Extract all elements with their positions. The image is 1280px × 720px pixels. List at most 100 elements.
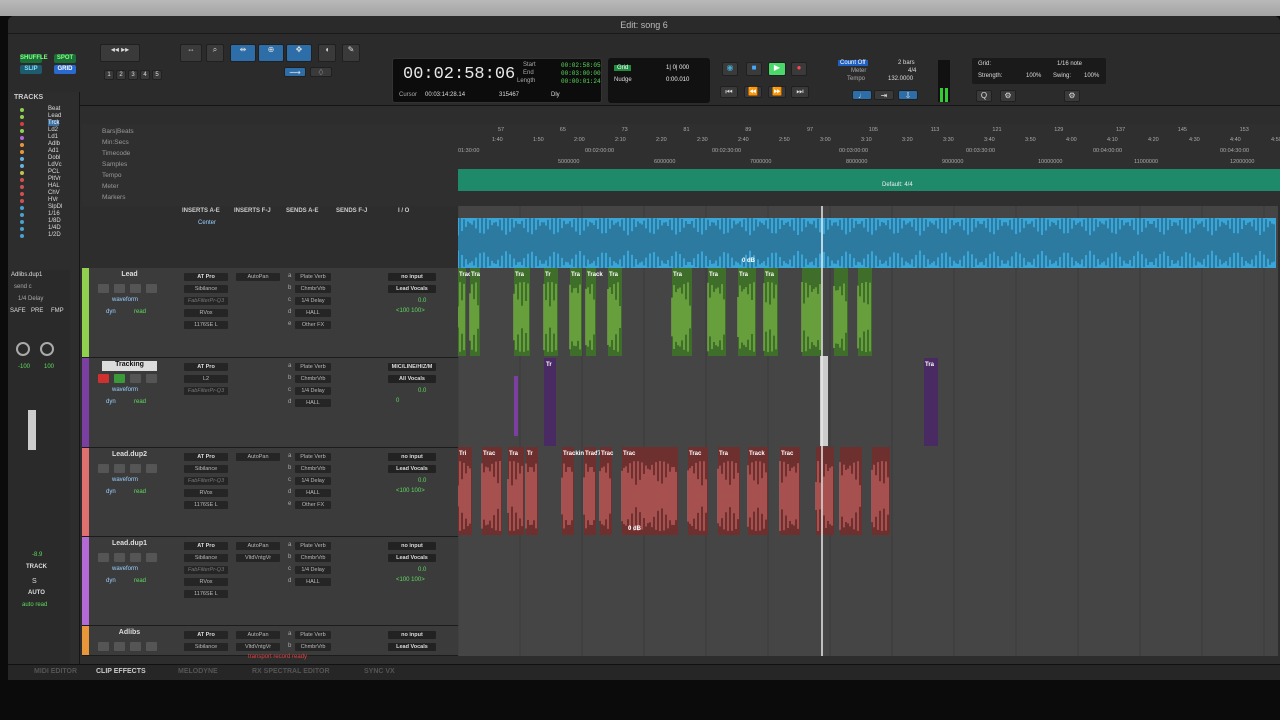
pan-value[interactable]: <100 100> (396, 488, 425, 494)
pan-value[interactable]: 0 (396, 398, 399, 404)
track-name[interactable]: Tracking (102, 361, 157, 371)
track-input-button[interactable] (114, 464, 125, 473)
send-slot[interactable]: Plate Verb (295, 363, 331, 371)
track-solo-button[interactable] (130, 284, 141, 293)
send-slot[interactable]: Plate Verb (295, 453, 331, 461)
track-input-button[interactable] (114, 284, 125, 293)
tracklist-item[interactable]: PltVr (48, 176, 61, 182)
tracklist-item[interactable]: Ad1 (48, 148, 59, 154)
tracklist-item[interactable]: Lead (48, 113, 61, 119)
insert-slot-fj[interactable]: VltdVntgVr (236, 554, 280, 562)
insert-slot[interactable]: RVox (184, 309, 228, 317)
tracklist-item[interactable]: SlpDl (48, 204, 62, 210)
pre-button[interactable]: PRE (31, 308, 43, 314)
timeline-clips[interactable]: 0 dB Trac Tra Tra Tr Tra Track Tra Tra Tra Tra Tra T… (458, 206, 1278, 656)
ruler-meter[interactable]: Meter (102, 183, 119, 190)
insert-slot[interactable]: RVox (184, 578, 228, 586)
bottom-tab-clip-effects[interactable]: CLIP EFFECTS (96, 668, 146, 675)
top-track-clip[interactable] (458, 218, 1276, 268)
vol-value[interactable]: 0.0 (418, 567, 426, 573)
tracklist-dot[interactable] (20, 115, 24, 119)
io-selector[interactable]: no input (388, 273, 436, 281)
settings-gear-icon[interactable]: ⚙ (1064, 90, 1080, 102)
send-slot[interactable]: Plate Verb (295, 273, 331, 281)
send-slot[interactable]: 1/4 Delay (295, 387, 331, 395)
tracklist-dot[interactable] (20, 178, 24, 182)
tracklist-dot[interactable] (20, 150, 24, 154)
tracklist-dot[interactable] (20, 129, 24, 133)
track-name[interactable]: Lead.dup2 (102, 451, 157, 461)
track-input-button[interactable] (114, 553, 125, 562)
track-input-button[interactable] (114, 374, 125, 383)
insert-slot[interactable]: FabFilterPr-Q3 (184, 566, 228, 574)
ruler-barsbeats[interactable]: Bars|Beats (102, 128, 134, 135)
track-header-lead[interactable]: Lead waveform dyn read AT Pro Sibilance FabFil… (82, 268, 458, 358)
track-header-adlibs[interactable]: Adlibs AT Pro Sibilance AutoPan VltdVntgVr a P… (82, 626, 458, 656)
nudge-value[interactable]: 0:00.010 (666, 77, 689, 83)
tracklist-dot[interactable] (20, 227, 24, 231)
tempo-meter-band[interactable] (458, 169, 1280, 191)
tracking-clip[interactable] (924, 358, 938, 446)
tracking-clip[interactable] (514, 376, 518, 436)
tracklist-dot[interactable] (20, 234, 24, 238)
tracklist-item[interactable]: Beat (48, 106, 60, 112)
track-name[interactable]: Lead.dup1 (102, 540, 157, 550)
track-name[interactable]: Lead (102, 271, 157, 281)
pan-knob-left[interactable] (16, 342, 30, 356)
insert-slot[interactable]: AT Pro (184, 273, 228, 281)
tracklist-dot[interactable] (20, 164, 24, 168)
stop-button[interactable]: ■ (746, 62, 762, 76)
smart-tool-button[interactable]: ⟿ (284, 67, 306, 77)
tracklist-item[interactable]: Trck (48, 120, 60, 126)
length-value[interactable]: 00:00:01:24 (561, 78, 601, 85)
io-selector[interactable]: no input (388, 453, 436, 461)
tracklist-item[interactable]: HVr (48, 197, 58, 203)
tracklist-dot[interactable] (20, 143, 24, 147)
pan-knob-right[interactable] (40, 342, 54, 356)
tracklist-item[interactable]: Ld2 (48, 127, 58, 133)
main-counter[interactable]: 00:02:58:06 Start End Length 00:02:58:05… (392, 58, 602, 103)
track-record-button[interactable] (98, 284, 109, 293)
insert-slot[interactable]: L2 (184, 375, 228, 383)
send-slot[interactable]: ChmbrVrb (295, 465, 331, 473)
track-record-button[interactable] (98, 374, 109, 383)
ruler-minsecs[interactable]: Min:Secs (102, 139, 129, 146)
online-button[interactable]: ◉ (722, 62, 738, 76)
track-view-selector[interactable]: waveform (112, 387, 138, 393)
dyn-label[interactable]: dyn (106, 309, 116, 315)
insert-slot[interactable]: Sibilance (184, 465, 228, 473)
insert-slot-fj[interactable]: AutoPan (236, 453, 280, 461)
send-slot[interactable]: Plate Verb (295, 542, 331, 550)
track-input-button[interactable] (114, 642, 125, 651)
automation-read[interactable]: read (134, 399, 146, 405)
insert-slot[interactable]: AT Pro (184, 631, 228, 639)
track-header-lead-dup2[interactable]: Lead.dup2 waveform dyn read AT Pro Sibilance F… (82, 448, 458, 537)
safe-button[interactable]: SAFE (10, 308, 26, 314)
vol-value[interactable]: 0.0 (418, 298, 426, 304)
rewind-to-start-button[interactable]: ⏮ (720, 86, 738, 98)
tracklist-dot[interactable] (20, 185, 24, 189)
insert-slot[interactable]: FabFilterPr-Q3 (184, 387, 228, 395)
zoom-preset-4[interactable]: 4 (140, 70, 150, 80)
dyn-label[interactable]: dyn (106, 399, 116, 405)
bottom-tab-rx-spectral-editor[interactable]: RX SPECTRAL EDITOR (252, 668, 330, 675)
track-header-tracking[interactable]: Tracking waveform dyn read AT Pro L2 FabFilter… (82, 358, 458, 448)
bottom-tab-midi-editor[interactable]: MIDI EDITOR (34, 668, 77, 675)
count-off-button[interactable]: Count Off (838, 60, 868, 66)
speaker-icon[interactable]: ◖ (318, 44, 336, 62)
io-selector[interactable]: Lead Vocals (388, 465, 436, 473)
solo-button[interactable]: S (32, 578, 37, 585)
automation-read[interactable]: read (134, 309, 146, 315)
tracking-clip[interactable] (544, 358, 556, 446)
tracklist-dot[interactable] (20, 157, 24, 161)
send-slot[interactable]: HALL (295, 309, 331, 317)
insert-slot-fj[interactable]: AutoPan (236, 542, 280, 550)
fast-forward-button[interactable]: ⏩ (768, 86, 786, 98)
tracklist-item[interactable]: 1/2D (48, 232, 61, 238)
insert-slot[interactable]: Sibilance (184, 643, 228, 651)
zoom-preset-5[interactable]: 5 (152, 70, 162, 80)
ruler-tempo[interactable]: Tempo (102, 172, 122, 179)
send-slot[interactable]: HALL (295, 399, 331, 407)
metronome-button[interactable]: ♩ (852, 90, 872, 100)
quantize-settings-icon[interactable]: ⚙ (1000, 90, 1016, 102)
